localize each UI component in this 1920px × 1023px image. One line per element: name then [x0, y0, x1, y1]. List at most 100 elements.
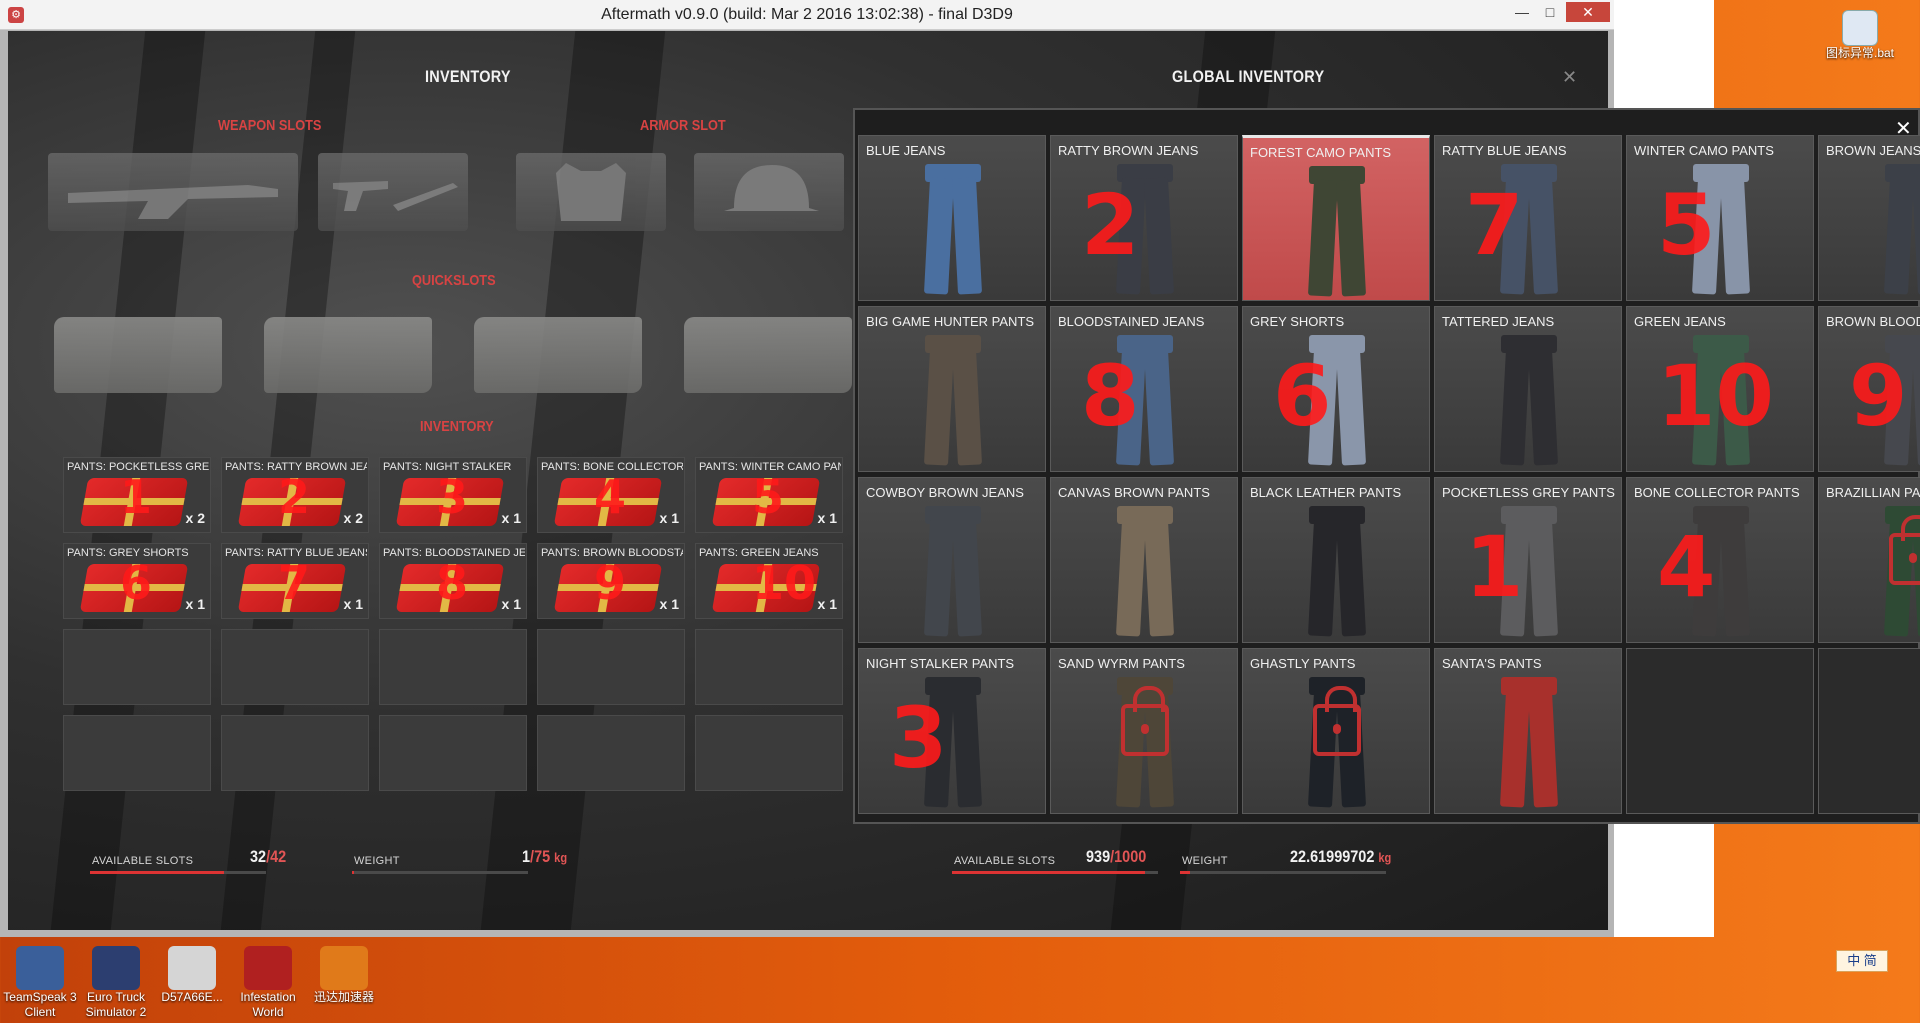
- global-item-cell[interactable]: GREEN JEANS 10: [1626, 306, 1814, 472]
- slots-total: /42: [266, 847, 287, 866]
- weight-max: /75: [530, 847, 551, 866]
- app-shortcut-icon: [16, 946, 64, 990]
- handwritten-number: 6: [120, 556, 153, 610]
- inventory-grid: PANTS: POCKETLESS GREY Px 21PANTS: RATTY…: [63, 457, 853, 827]
- global-item-cell[interactable]: SAND WYRM PANTS: [1050, 648, 1238, 814]
- weapon-slot-rifle[interactable]: [48, 153, 298, 231]
- global-item-cell[interactable]: COWBOY BROWN JEANS: [858, 477, 1046, 643]
- global-item-cell[interactable]: NIGHT STALKER PANTS 3: [858, 648, 1046, 814]
- inventory-slot[interactable]: PANTS: BROWN BLOODSTAI x 19: [537, 543, 685, 619]
- global-weight-label: WEIGHT: [1182, 855, 1228, 867]
- inventory-slot-empty[interactable]: [379, 629, 527, 705]
- desktop-icon-bat[interactable]: 图标异常.bat: [1818, 10, 1902, 61]
- inventory-slot-empty[interactable]: [537, 715, 685, 791]
- handwritten-number: 7: [1465, 176, 1524, 274]
- global-item-cell[interactable]: GHASTLY PANTS: [1242, 648, 1430, 814]
- global-item-cell[interactable]: CANVAS BROWN PANTS: [1050, 477, 1238, 643]
- pants-part: [923, 519, 955, 637]
- inventory-slot-empty[interactable]: [379, 715, 527, 791]
- inventory-item-count: x 1: [501, 510, 521, 526]
- inventory-slot[interactable]: PANTS: GREEN JEANS x 1 10: [695, 543, 843, 619]
- title-bar[interactable]: ⚙ Aftermath v0.9.0 (build: Mar 2 2016 13…: [0, 0, 1614, 30]
- global-item-cell[interactable]: FOREST CAMO PANTS: [1242, 135, 1430, 301]
- inventory-slot-empty[interactable]: [63, 715, 211, 791]
- weight-value: 1/75 kg: [522, 847, 567, 867]
- global-item-cell[interactable]: RATTY BLUE JEANS 7: [1434, 135, 1622, 301]
- weight-unit: kg: [554, 850, 568, 865]
- pants-part: [923, 177, 955, 295]
- inventory-slot[interactable]: PANTS: POCKETLESS GREY Px 21: [63, 457, 211, 533]
- inventory-slot-empty[interactable]: [537, 629, 685, 705]
- global-weight-current: 22.61999702: [1290, 847, 1375, 866]
- armor-slot-vest[interactable]: [516, 153, 666, 231]
- global-close-icon[interactable]: ✕: [1562, 67, 1577, 88]
- global-item-cell[interactable]: BROWN JEANS: [1818, 135, 1920, 301]
- inventory-slot-empty[interactable]: [221, 715, 369, 791]
- global-item-cell[interactable]: POCKETLESS GREY PANTS 1: [1434, 477, 1622, 643]
- global-empty-cell: [1818, 648, 1920, 814]
- global-item-cell[interactable]: BONE COLLECTOR PANTS 4: [1626, 477, 1814, 643]
- pants-icon: [923, 335, 983, 466]
- desktop-shortcut[interactable]: Euro Truck Simulator 2: [76, 946, 156, 1020]
- quickslot-4[interactable]: [684, 317, 852, 393]
- inventory-slot-empty[interactable]: [695, 629, 843, 705]
- weight-bar-fill: [352, 871, 355, 874]
- weapon-slot-sidearm[interactable]: [318, 153, 468, 231]
- desktop-shortcut-label: Euro Truck Simulator 2: [85, 990, 147, 1019]
- global-item-cell[interactable]: BLACK LEATHER PANTS: [1242, 477, 1430, 643]
- pants-part: [1499, 690, 1531, 808]
- global-item-cell[interactable]: BLOODSTAINED JEANS 8: [1050, 306, 1238, 472]
- global-item-cell[interactable]: GREY SHORTS 6: [1242, 306, 1430, 472]
- close-button[interactable]: ✕: [1566, 2, 1610, 22]
- inventory-slot[interactable]: PANTS: WINTER CAMO PAN x 15: [695, 457, 843, 533]
- inventory-slot[interactable]: PANTS: GREY SHORTS x 16: [63, 543, 211, 619]
- global-item-cell[interactable]: RATTY BROWN JEANS 2: [1050, 135, 1238, 301]
- settings-file-icon: [1842, 10, 1878, 46]
- quickslot-2[interactable]: [264, 317, 432, 393]
- global-item-cell[interactable]: TATTERED JEANS: [1434, 306, 1622, 472]
- global-item-cell[interactable]: SANTA'S PANTS: [1434, 648, 1622, 814]
- quickslot-3[interactable]: [474, 317, 642, 393]
- global-item-cell[interactable]: BRAZILLIAN PAN: [1818, 477, 1920, 643]
- global-item-label: BROWN JEANS: [1826, 143, 1920, 158]
- knife-pistol-icon: [333, 181, 458, 211]
- inventory-slot[interactable]: PANTS: BLOODSTAINED JEAI x 18: [379, 543, 527, 619]
- desktop-shortcut[interactable]: Infestation World: [228, 946, 308, 1020]
- inventory-slot[interactable]: PANTS: NIGHT STALKER x 13: [379, 457, 527, 533]
- global-item-label: TATTERED JEANS: [1442, 314, 1555, 329]
- global-item-label: COWBOY BROWN JEANS: [866, 485, 1024, 500]
- pants-part: [1527, 348, 1559, 466]
- quickslot-1[interactable]: [54, 317, 222, 393]
- inventory-slot-empty[interactable]: [63, 629, 211, 705]
- global-item-label: BRAZILLIAN PAN: [1826, 485, 1920, 500]
- global-item-label: BLUE JEANS: [866, 143, 946, 158]
- pants-icon: [1307, 506, 1367, 637]
- inventory-slot[interactable]: PANTS: RATTY BLUE JEANS x 17: [221, 543, 369, 619]
- helmet-icon: [724, 165, 819, 211]
- global-item-cell[interactable]: WINTER CAMO PANTS 5: [1626, 135, 1814, 301]
- handwritten-number: 8: [436, 556, 469, 610]
- inventory-slot-empty[interactable]: [221, 629, 369, 705]
- inventory-slot[interactable]: PANTS: RATTY BROWN JEAN x 22: [221, 457, 369, 533]
- desktop-shortcut-label: 迅达加速器: [313, 990, 374, 1004]
- global-item-label: POCKETLESS GREY PANTS: [1442, 485, 1615, 500]
- handwritten-number: 4: [594, 470, 627, 524]
- panel-close-icon[interactable]: ✕: [1895, 116, 1912, 141]
- armor-slot-title: ARMOR SLOT: [640, 117, 726, 134]
- armor-slot-helmet[interactable]: [694, 153, 844, 231]
- ime-indicator[interactable]: 中 简: [1836, 950, 1888, 972]
- handwritten-number: 9: [1849, 347, 1908, 445]
- lock-icon: [1121, 686, 1169, 756]
- inventory-slot[interactable]: PANTS: BONE COLLECTOR x 14: [537, 457, 685, 533]
- desktop-shortcut[interactable]: D57A66E...: [152, 946, 232, 1005]
- desktop-shortcut[interactable]: TeamSpeak 3 Client: [0, 946, 80, 1020]
- global-item-cell[interactable]: BIG GAME HUNTER PANTS: [858, 306, 1046, 472]
- app-shortcut-icon: [92, 946, 140, 990]
- global-item-cell[interactable]: BROWN BLOOD 9: [1818, 306, 1920, 472]
- handwritten-number: 6: [1273, 347, 1332, 445]
- global-item-label: BLACK LEATHER PANTS: [1250, 485, 1402, 500]
- global-item-cell[interactable]: BLUE JEANS: [858, 135, 1046, 301]
- available-slots-value: 32/42: [250, 847, 286, 867]
- inventory-slot-empty[interactable]: [695, 715, 843, 791]
- desktop-shortcut[interactable]: 迅达加速器: [304, 946, 384, 1005]
